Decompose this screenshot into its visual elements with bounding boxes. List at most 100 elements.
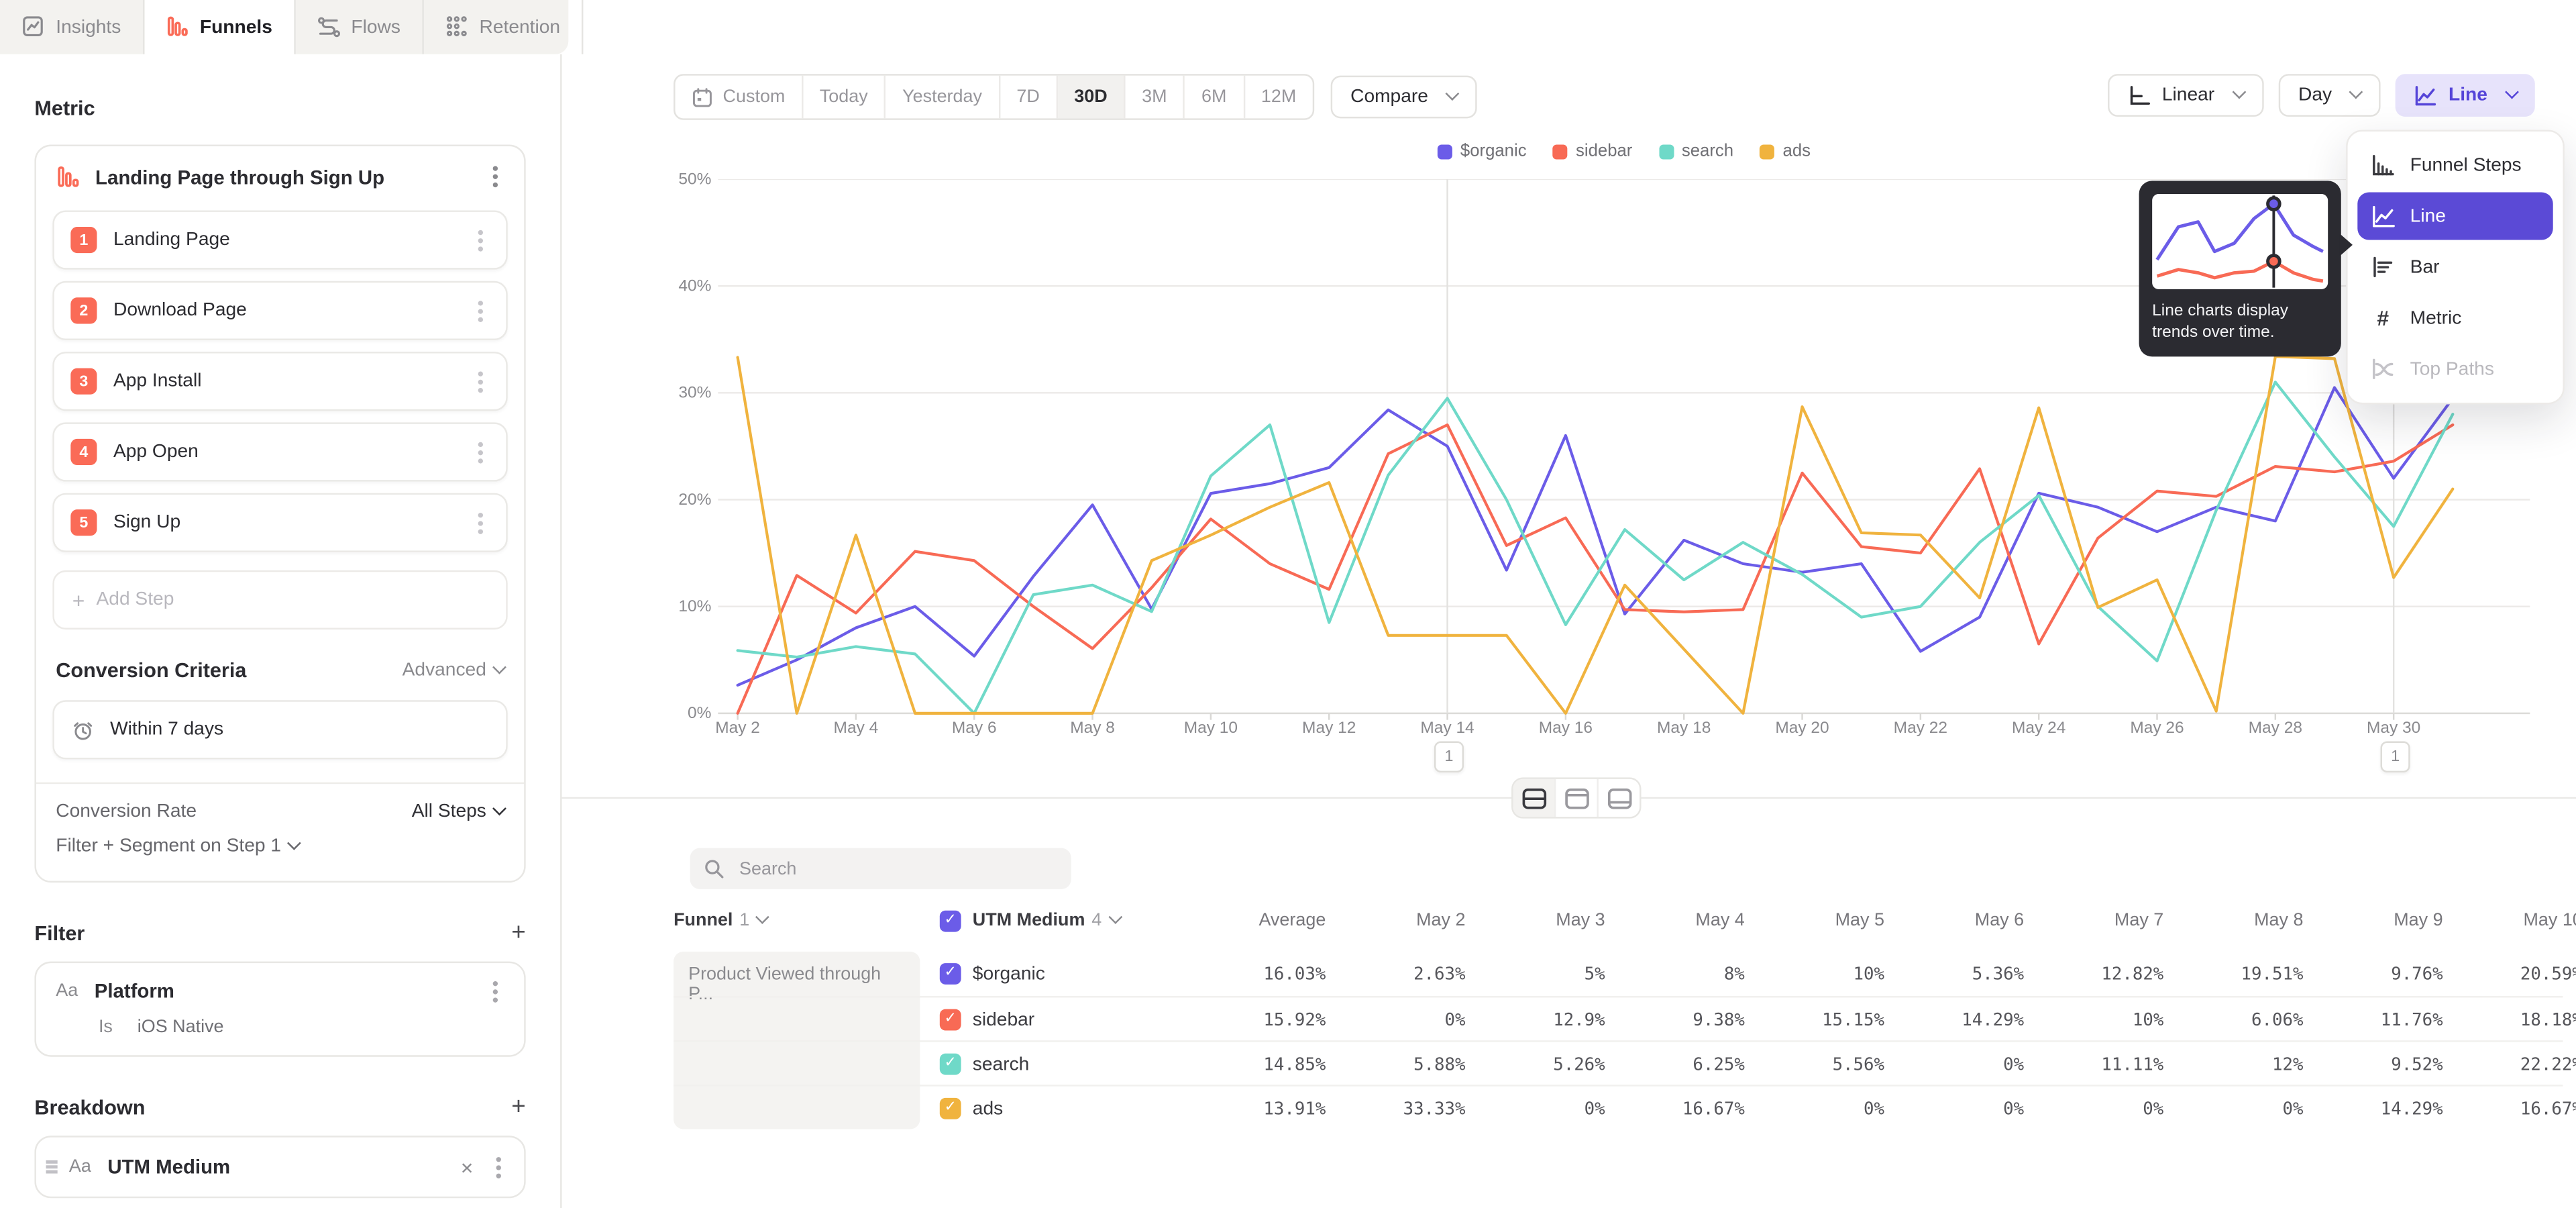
filter-value[interactable]: iOS Native — [138, 1017, 224, 1037]
column-header-may-6: May 6 — [1884, 911, 2024, 930]
breakdown-property-name[interactable]: UTM Medium — [107, 1156, 460, 1178]
range-custom-button[interactable]: Custom — [676, 76, 804, 119]
funnel-step-2[interactable]: 2Download Page — [52, 281, 507, 340]
checkbox-check-icon: ✓ — [944, 1013, 956, 1027]
scale-dropdown[interactable]: Linear — [2108, 74, 2264, 117]
row-checkbox[interactable]: ✓ — [940, 963, 961, 985]
conversion-window[interactable]: Within 7 days — [52, 700, 507, 759]
layout-bottom-button[interactable] — [1599, 779, 1640, 817]
kebab-icon[interactable] — [493, 174, 498, 179]
granularity-dropdown[interactable]: Day — [2279, 74, 2381, 117]
legend-item-organic[interactable]: $organic — [1438, 142, 1527, 161]
kebab-icon[interactable] — [478, 238, 483, 242]
layout-split-button[interactable] — [1513, 779, 1556, 817]
range-30d-button[interactable]: 30D — [1058, 76, 1126, 119]
funnel-column-dropdown[interactable]: Funnel1 — [674, 911, 920, 930]
y-axis-tick-label: 30% — [655, 385, 711, 403]
filter-heading: Filter — [34, 922, 85, 945]
row-checkbox[interactable]: ✓ — [940, 1098, 961, 1119]
range-12m-button[interactable]: 12M — [1244, 76, 1312, 119]
legend-item-search[interactable]: search — [1659, 142, 1733, 161]
value-cell: 9.76% — [2303, 964, 2443, 983]
tab-label: Retention — [480, 17, 561, 37]
value-cell: 15.92% — [1189, 1010, 1326, 1029]
compare-button[interactable]: Compare — [1331, 76, 1478, 119]
funnel-step-3[interactable]: 3App Install — [52, 352, 507, 411]
value-cell: 14.85% — [1189, 1054, 1326, 1074]
chart-legend: $organic sidebar search ads — [718, 142, 2530, 161]
filter-operator[interactable]: Is — [99, 1017, 113, 1037]
breakdown-heading: Breakdown — [34, 1096, 145, 1119]
close-icon[interactable]: × — [461, 1154, 474, 1179]
kebab-icon[interactable] — [496, 1164, 501, 1169]
range-today-button[interactable]: Today — [803, 76, 885, 119]
range-yesterday-button[interactable]: Yesterday — [886, 76, 1000, 119]
tab-flows[interactable]: Flows — [295, 0, 423, 54]
select-all-checkbox[interactable]: ✓ — [940, 910, 961, 932]
menu-item-funnel-steps[interactable]: Funnel Steps — [2357, 142, 2553, 189]
series-line-ads[interactable] — [738, 356, 2453, 713]
tab-retention[interactable]: Retention — [423, 0, 583, 54]
conversion-rate-dropdown[interactable]: All Steps — [412, 802, 504, 821]
menu-item-metric[interactable]: #Metric — [2357, 294, 2553, 342]
kebab-icon[interactable] — [478, 450, 483, 454]
x-axis-tick-label: May 22 — [1881, 720, 1960, 738]
annotation-badge-may-14[interactable]: 1 — [1434, 741, 1464, 772]
value-cell: 5.88% — [1326, 1054, 1465, 1074]
layout-top-button[interactable] — [1556, 779, 1599, 817]
add-filter-button[interactable]: + — [511, 925, 525, 942]
chevron-down-icon — [2349, 85, 2363, 99]
kebab-icon[interactable] — [478, 308, 483, 313]
search-icon — [703, 858, 724, 879]
tab-funnels[interactable]: Funnels — [144, 0, 296, 54]
x-axis-tick-label: May 28 — [2236, 720, 2315, 738]
tooltip-text: Line charts display trends over time. — [2152, 301, 2328, 344]
series-line-organic[interactable] — [738, 387, 2453, 685]
tab-insights[interactable]: Insights — [0, 0, 144, 54]
breakdown-column-dropdown[interactable]: ✓ UTM Medium4 — [940, 910, 1189, 932]
legend-item-sidebar[interactable]: sidebar — [1553, 142, 1633, 161]
menu-item-line[interactable]: Line — [2357, 193, 2553, 240]
range-label: Yesterday — [902, 87, 982, 107]
drag-handle-icon[interactable] — [46, 1166, 58, 1168]
menu-item-bar[interactable]: Bar — [2357, 243, 2553, 291]
checkbox-check-icon: ✓ — [944, 966, 956, 981]
column-header-may-9: May 9 — [2303, 911, 2443, 930]
add-step-button[interactable]: + Add Step — [52, 570, 507, 630]
funnel-step-4[interactable]: 4App Open — [52, 422, 507, 481]
range-7d-button[interactable]: 7D — [1000, 76, 1058, 119]
step-number-badge: 3 — [70, 368, 97, 395]
kebab-icon[interactable] — [478, 379, 483, 383]
funnel-step-1[interactable]: 1Landing Page — [52, 210, 507, 269]
filter-segment-dropdown[interactable]: Filter + Segment on Step 1 — [36, 821, 524, 877]
range-6m-button[interactable]: 6M — [1185, 76, 1245, 119]
row-checkbox[interactable]: ✓ — [940, 1009, 961, 1031]
x-axis-tick-label: May 14 — [1408, 720, 1487, 738]
annotation-badge-may-30[interactable]: 1 — [2381, 741, 2410, 772]
funnel-steps-icon — [2371, 153, 2396, 178]
kebab-icon[interactable] — [478, 520, 483, 525]
add-breakdown-button[interactable]: + — [511, 1099, 525, 1115]
column-header-may-5: May 5 — [1745, 911, 1884, 930]
value-cell: 14.29% — [1884, 1010, 2024, 1029]
table-row-search: ✓search14.85%5.88%5.26%6.25%5.56%0%11.11… — [674, 1040, 2563, 1087]
x-axis-tick-label: May 24 — [1999, 720, 2078, 738]
range-3m-button[interactable]: 3M — [1126, 76, 1185, 119]
granularity-label: Day — [2298, 85, 2332, 105]
kebab-icon[interactable] — [493, 989, 498, 993]
value-cell: 5.36% — [1884, 964, 2024, 983]
legend-item-ads[interactable]: ads — [1760, 142, 1811, 161]
row-checkbox[interactable]: ✓ — [940, 1054, 961, 1075]
column-header-may-4: May 4 — [1605, 911, 1745, 930]
conversion-criteria-mode-dropdown[interactable]: Advanced — [402, 660, 504, 680]
aa-type-icon: Aa — [69, 1157, 91, 1176]
search-input[interactable] — [736, 857, 1058, 880]
x-axis-tick-label: May 16 — [1526, 720, 1605, 738]
x-axis-tick-label: May 26 — [2118, 720, 2197, 738]
chart-type-dropdown[interactable]: Line — [2396, 74, 2535, 117]
filter-property-name[interactable]: Platform — [95, 980, 486, 1003]
flows-icon — [317, 15, 339, 40]
funnel-step-5[interactable]: 5Sign Up — [52, 493, 507, 552]
value-cell: 2.63% — [1326, 964, 1465, 983]
x-axis-tick-label: May 8 — [1053, 720, 1132, 738]
